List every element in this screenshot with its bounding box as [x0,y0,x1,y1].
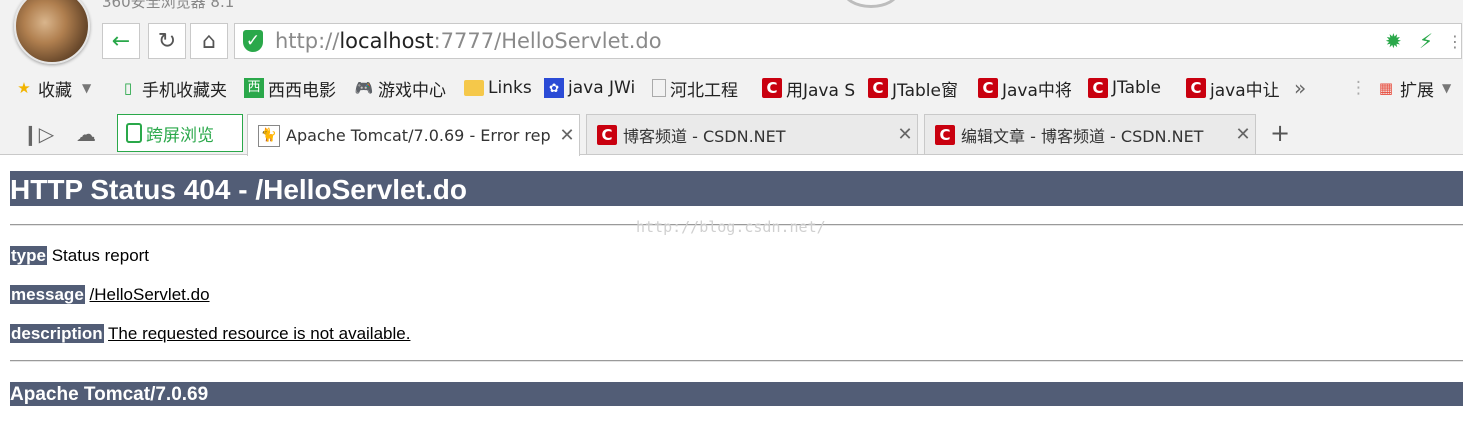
tab-title: 博客频道 - CSDN.NET [623,126,786,146]
bookmark-item[interactable]: C 用Java S [762,76,856,101]
url-text[interactable]: http://localhost:7777/HelloServlet.do [275,29,662,53]
field-value: Status report [51,246,150,265]
split-view-button[interactable]: 跨屏浏览 [117,114,243,152]
bookmark-label: java JWi [568,78,636,98]
field-key: message [10,285,85,304]
speed-mode-icon[interactable]: ✹ [1385,29,1402,53]
bookmark-label: 河北工程 [670,80,738,101]
watermark: http://blog.csdn.net/ [636,218,826,236]
page-heading: HTTP Status 404 - /HelloServlet.do [10,171,1463,206]
url-path: :7777/HelloServlet.do [433,29,662,53]
extensions-button[interactable]: ▦ 扩展 ▼ [1376,76,1451,101]
tab-title: 编辑文章 - 博客频道 - CSDN.NET [961,126,1204,146]
bookmark-label: JTable [1112,78,1161,98]
folder-icon [464,80,484,96]
csdn-icon: C [1186,78,1206,98]
tab-tomcat-error[interactable]: 🐈 Apache Tomcat/7.0.69 - Error rep ✕ [247,114,580,156]
field-key: type [10,246,47,265]
bookmark-item[interactable]: C JTable [1088,76,1161,100]
page-icon [652,79,666,97]
chevron-down-icon[interactable]: ▼ [1442,81,1451,95]
tab-strip: ❙▷ ☁ 跨屏浏览 🐈 Apache Tomcat/7.0.69 - Error… [0,110,1463,156]
bookmark-label: JTable窗 [892,80,958,101]
close-icon[interactable]: ✕ [893,124,917,145]
window-title: 360安全浏览器 8.1 [102,0,235,11]
bookmark-label: 西西电影 [268,80,336,101]
description-row: description The requested resource is no… [10,324,410,344]
new-tab-plus-icon[interactable]: + [1262,114,1298,154]
bookmark-item[interactable]: ▯ 手机收藏夹 [118,76,227,101]
navigation-bar: ← ↻ ⌂ ✓ http://localhost:7777/HelloServl… [0,20,1463,66]
bookmark-item[interactable]: C Java中将 [978,76,1072,101]
type-row: type Status report [10,246,149,266]
field-value: /HelloServlet.do [89,285,210,304]
bookmark-label: 收藏 [38,80,72,101]
bookmark-item[interactable]: 河北工程 [652,76,738,101]
star-icon: ★ [17,79,31,97]
shield-check-icon: ✓ [243,30,263,52]
separator-dots: ⋮ [1350,78,1367,98]
lightning-icon[interactable]: ⚡ [1419,29,1433,53]
phone-icon: ▯ [123,79,133,97]
split-screen-icon [126,123,142,143]
bookmark-item[interactable]: C java中让 [1186,76,1280,101]
xixi-icon: 西 [244,78,264,98]
csdn-icon: C [762,78,782,98]
center-logo-icon[interactable] [842,0,900,8]
csdn-icon: C [935,124,955,145]
close-icon[interactable]: ✕ [1231,124,1255,145]
bookmark-label: 游戏中心 [378,80,446,101]
refresh-icon[interactable]: ↻ [148,23,186,59]
url-scheme: http:// [275,29,340,53]
tomcat-icon: 🐈 [258,124,280,147]
bookmark-item[interactable]: 🎮 游戏中心 [354,76,446,101]
csdn-icon: C [868,78,888,98]
bookmark-item[interactable]: Links [464,76,532,100]
bookmark-item[interactable]: C JTable窗 [868,76,958,101]
divider [10,360,1463,362]
close-icon[interactable]: ✕ [555,125,579,146]
bookmark-label: Links [488,78,532,98]
csdn-icon: C [1088,78,1108,98]
bookmark-label: 手机收藏夹 [142,80,227,101]
address-bar[interactable]: ✓ http://localhost:7777/HelloServlet.do … [234,23,1463,59]
csdn-icon: C [978,78,998,98]
bookmark-item[interactable]: 西 西西电影 [244,76,336,101]
extensions-label: 扩展 [1400,80,1434,101]
field-key: description [10,324,104,343]
bookmark-label: Java中将 [1002,80,1072,101]
message-row: message /HelloServlet.do [10,285,210,305]
cloud-icon[interactable]: ☁ [76,122,96,146]
tab-csdn-edit[interactable]: C 编辑文章 - 博客频道 - CSDN.NET ✕ [924,114,1256,154]
bookmarks-bar: ★ 收藏 ▼ ▯ 手机收藏夹 西 西西电影 🎮 游戏中心 Links ✿ jav… [0,66,1463,110]
more-vertical-icon[interactable]: ⋮ [1447,32,1463,51]
bookmark-item[interactable]: ✿ java JWi [544,76,635,100]
csdn-icon: C [597,124,617,145]
chevron-down-icon[interactable]: ▼ [82,81,91,95]
server-footer: Apache Tomcat/7.0.69 [10,382,1463,406]
tab-csdn-blog[interactable]: C 博客频道 - CSDN.NET ✕ [586,114,918,154]
field-value: The requested resource is not available. [108,324,411,343]
gamepad-icon: 🎮 [354,79,374,97]
window-titlebar: 360安全浏览器 8.1 [0,0,1463,20]
bookmarks-more-icon[interactable]: » [1294,76,1306,100]
url-host: localhost [339,29,434,53]
tab-title: Apache Tomcat/7.0.69 - Error rep [286,126,551,145]
paw-icon: ✿ [544,78,564,98]
extensions-grid-icon: ▦ [1378,79,1394,97]
bookmark-favorites[interactable]: ★ 收藏 ▼ [14,76,91,101]
bookmark-label: java中让 [1210,80,1280,101]
home-icon[interactable]: ⌂ [190,23,228,59]
back-arrow-icon[interactable]: ← [102,23,140,59]
split-view-label: 跨屏浏览 [146,125,214,146]
bookmark-label: 用Java S [786,80,856,101]
sidebar-toggle-icon[interactable]: ❙▷ [22,122,54,146]
